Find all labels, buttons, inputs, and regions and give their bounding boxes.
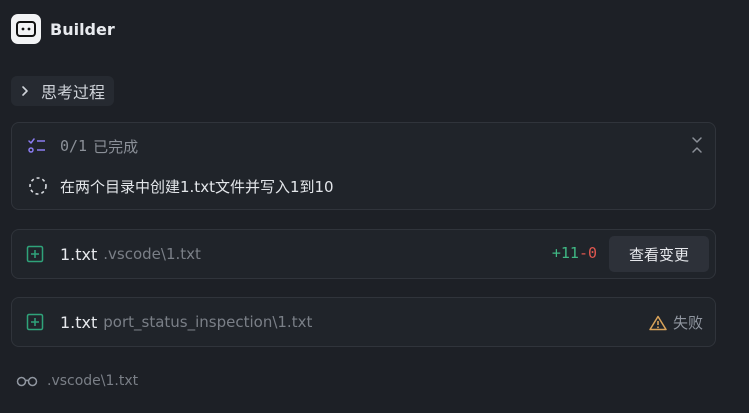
collapse-icon[interactable] (689, 136, 705, 154)
task-item: 在两个目录中创建1.txt文件并写入1到10 (28, 175, 334, 197)
task-progress-header: 0/1 已完成 (28, 135, 138, 157)
warning-icon (649, 315, 667, 330)
view-changes-button[interactable]: 查看变更 (609, 236, 709, 272)
task-progress-count: 0/1 (60, 137, 88, 155)
file-name: 1.txt (60, 312, 98, 332)
lines-removed: -0 (578, 244, 597, 262)
file-change-row[interactable]: 1.txt port_status_inspection\1.txt 失败 (11, 297, 716, 347)
file-added-icon (26, 313, 44, 331)
builder-logo-icon (11, 14, 41, 44)
viewed-file[interactable]: .vscode\1.txt (16, 370, 138, 392)
thinking-label: 思考过程 (41, 83, 106, 102)
pending-spinner-icon (29, 177, 47, 195)
status-label: 失败 (672, 314, 703, 332)
task-list-card: 0/1 已完成 在两个目录中创建1.txt文件并写入1到10 (11, 122, 716, 210)
thinking-toggle[interactable]: 思考过程 (11, 76, 115, 106)
diff-stats: +11-0 (552, 244, 597, 262)
lines-added: +11 (551, 244, 579, 262)
status-badge: 失败 (649, 312, 703, 333)
file-path: port_status_inspection\1.txt (103, 313, 313, 331)
viewed-file-path: .vscode\1.txt (47, 373, 139, 389)
task-progress-status: 已完成 (93, 137, 139, 156)
file-path: .vscode\1.txt (103, 245, 201, 263)
file-name: 1.txt (60, 244, 98, 264)
file-added-icon (26, 245, 44, 263)
chevron-right-icon (22, 86, 28, 96)
todo-list-icon (28, 138, 45, 153)
task-item-label: 在两个目录中创建1.txt文件并写入1到10 (60, 177, 334, 196)
file-change-row[interactable]: 1.txt .vscode\1.txt +11-0 查看变更 (11, 229, 716, 279)
glasses-icon (16, 376, 38, 387)
app-title: Builder (50, 19, 115, 39)
app-header: Builder (11, 14, 115, 44)
